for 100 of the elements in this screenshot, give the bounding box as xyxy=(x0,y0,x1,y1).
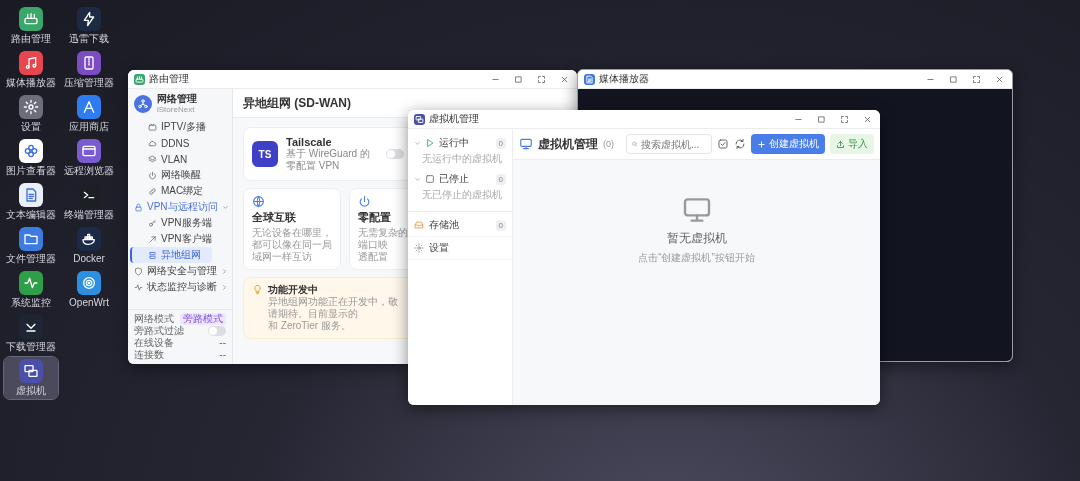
desktop-shortcut[interactable]: 设置 xyxy=(4,93,58,135)
nav-item[interactable]: VLAN xyxy=(130,151,228,167)
vm-group[interactable]: 运行中 0 xyxy=(408,133,512,153)
service-description: 基于 WireGuard 的零配置 VPN xyxy=(286,148,371,172)
stack-icon xyxy=(148,250,157,260)
windows-icon xyxy=(414,113,425,125)
empty-hint: 点击“创建虚拟机”按钮开始 xyxy=(638,251,755,265)
shield-icon xyxy=(134,266,143,276)
nav-item[interactable]: DDNS xyxy=(130,135,228,151)
item-count: (0) xyxy=(603,139,614,149)
desktop-shortcut[interactable]: 下载管理器 xyxy=(4,313,58,355)
feature-description: 透配置 xyxy=(358,251,389,263)
notice-text: 异地组网功能正在开发中，敬请期待。目前显示的 xyxy=(268,296,399,320)
nav-group[interactable]: 网络安全与管理 xyxy=(130,263,228,279)
gear-icon xyxy=(414,243,424,253)
search-icon xyxy=(631,139,638,149)
count-badge: 0 xyxy=(495,219,506,231)
status-value: -- xyxy=(219,337,226,349)
desktop-shortcut[interactable]: 远程浏览器 xyxy=(62,137,116,179)
nav-group[interactable]: 状态监控与诊断 xyxy=(130,279,228,295)
pulse-icon xyxy=(134,282,143,292)
empty-title: 暂无虚拟机 xyxy=(666,230,727,247)
maximize-icon[interactable] xyxy=(949,74,958,84)
refresh-icon[interactable] xyxy=(734,138,746,150)
desktop-shortcut[interactable]: 路由管理 xyxy=(4,5,58,47)
search-field[interactable]: 搜索虚拟机... xyxy=(626,134,712,154)
status-label: 连接数 xyxy=(134,349,164,361)
desktop-shortcut[interactable]: OpenWrt xyxy=(62,269,116,311)
feature-title: 全球互联 xyxy=(252,210,297,225)
nav-item[interactable]: 异地组网 xyxy=(130,247,212,263)
upload-icon xyxy=(836,139,845,149)
window-title: 路由管理 xyxy=(149,73,189,85)
notice-text: 和 ZeroTier 服务。 xyxy=(268,320,352,332)
service-logo: TS xyxy=(252,141,278,167)
arrow-icon xyxy=(148,234,157,244)
count-badge: 0 xyxy=(495,137,506,149)
desktop-shortcut[interactable]: 文本编辑器 xyxy=(4,181,58,223)
lamp-icon xyxy=(252,284,263,295)
nav-group[interactable]: VPN与远程访问 xyxy=(130,199,228,215)
desktop-shortcut[interactable]: 应用商店 xyxy=(62,93,116,135)
fullscreen-icon[interactable] xyxy=(972,74,981,84)
desktop-shortcut[interactable]: 迅雷下载 xyxy=(62,5,116,47)
drawer-icon xyxy=(414,220,424,230)
window-title: 媒体播放器 xyxy=(599,73,649,85)
brand-name: 网络管理 xyxy=(157,93,197,105)
chevron-down-icon xyxy=(414,175,421,183)
feature-description: 无需复杂的端口映 xyxy=(358,227,408,251)
nav-item[interactable]: MAC绑定 xyxy=(130,183,228,199)
page-title: 异地组网 (SD-WAN) xyxy=(243,94,351,112)
empty-text: 无已停止的虚拟机 xyxy=(421,189,503,202)
square-icon xyxy=(425,174,435,184)
desktop-shortcut[interactable]: 终端管理器 xyxy=(62,181,116,223)
network-icon xyxy=(134,95,152,113)
fullscreen-icon[interactable] xyxy=(537,74,546,84)
chevron-down-icon xyxy=(414,139,421,147)
globe-icon xyxy=(252,195,265,208)
sidebar-item[interactable]: 存储池 0 xyxy=(408,214,512,237)
nav-item[interactable]: IPTV/多播 xyxy=(130,119,228,135)
desktop-shortcut[interactable]: 系统监控 xyxy=(4,269,58,311)
nav-item[interactable]: VPN服务端 xyxy=(130,215,228,231)
feature-title: 零配置 xyxy=(358,210,392,225)
desktop-shortcut[interactable]: 图片查看器 xyxy=(4,137,58,179)
lock-icon xyxy=(134,202,143,212)
close-icon[interactable] xyxy=(995,74,1004,84)
window-title: 虚拟机管理 xyxy=(429,113,479,125)
vm-group[interactable]: 已停止 0 xyxy=(408,169,512,189)
power-icon xyxy=(148,170,157,180)
cloud-icon xyxy=(148,138,157,148)
desktop-shortcut[interactable]: 虚拟机 xyxy=(4,357,58,399)
checkbox-icon[interactable] xyxy=(717,138,729,150)
nav-item[interactable]: VPN客户端 xyxy=(130,231,228,247)
status-label: 网络模式 xyxy=(134,313,174,325)
page-title: 虚拟机管理 xyxy=(538,135,598,153)
toggle-switch[interactable] xyxy=(386,149,404,159)
layers-icon xyxy=(148,154,157,164)
document-icon xyxy=(584,73,595,85)
notice-title: 功能开发中 xyxy=(268,284,319,296)
maximize-icon[interactable] xyxy=(817,114,826,124)
close-icon[interactable] xyxy=(863,114,872,124)
mode-tag: 旁路模式 xyxy=(180,313,226,325)
tv-icon xyxy=(148,122,157,132)
sidebar-item[interactable]: 设置 xyxy=(408,237,512,260)
play-icon xyxy=(425,138,435,148)
plus-icon xyxy=(757,139,766,149)
maximize-icon[interactable] xyxy=(514,74,523,84)
status-value: -- xyxy=(219,349,226,361)
desktop-shortcut[interactable]: 媒体播放器 xyxy=(4,49,58,91)
desktop-shortcut[interactable]: 压缩管理器 xyxy=(62,49,116,91)
key-icon xyxy=(148,218,157,228)
status-label: 在线设备 xyxy=(134,337,174,349)
service-name: Tailscale xyxy=(286,136,333,148)
create-button[interactable]: 创建虚拟机 xyxy=(751,134,825,154)
router-icon xyxy=(134,73,145,85)
desktop-shortcut[interactable]: 文件管理器 xyxy=(4,225,58,267)
fullscreen-icon[interactable] xyxy=(840,114,849,124)
close-icon[interactable] xyxy=(560,74,569,84)
desktop-shortcut[interactable]: Docker xyxy=(62,225,116,267)
toggle-switch[interactable] xyxy=(208,326,226,336)
link-icon xyxy=(148,186,157,196)
nav-item[interactable]: 网络唤醒 xyxy=(130,167,228,183)
